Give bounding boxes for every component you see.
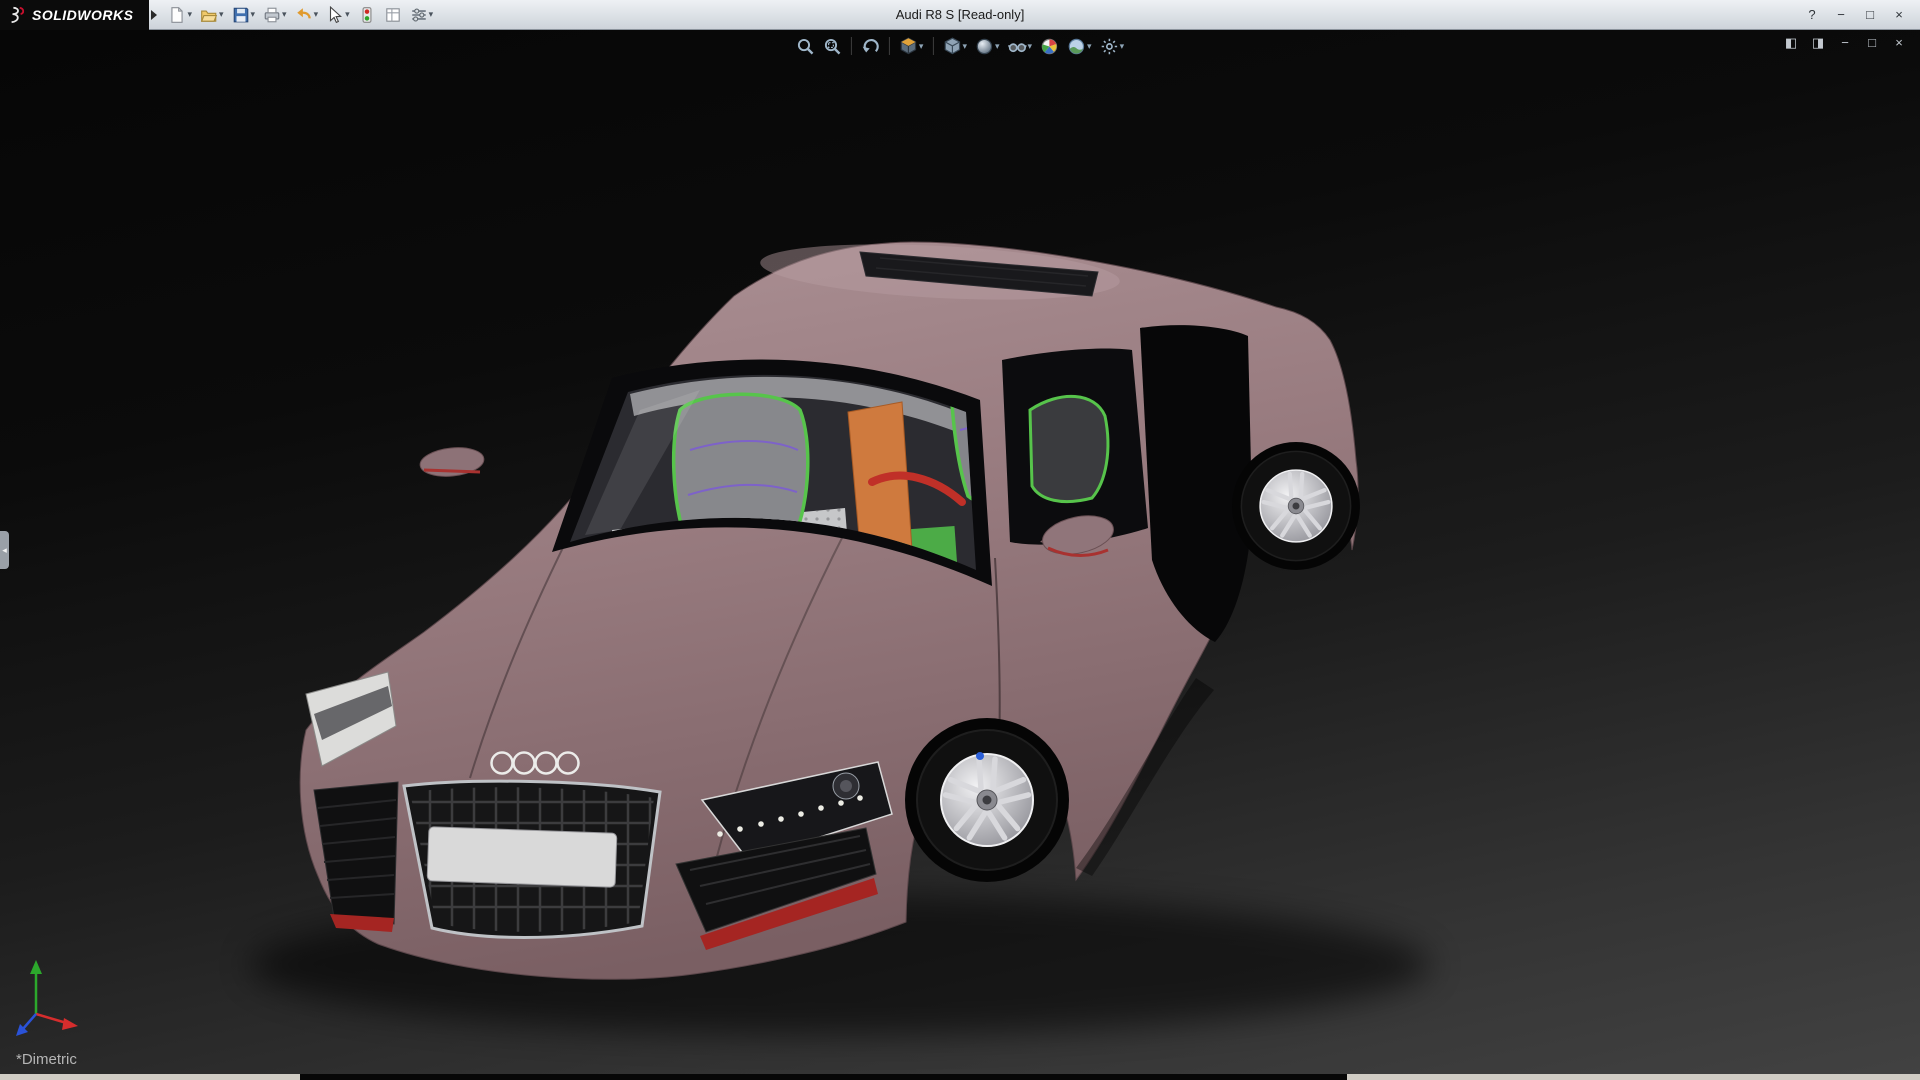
doc-pane-right-button[interactable]: ◨ bbox=[1807, 33, 1829, 53]
zoom-to-fit-button[interactable] bbox=[793, 34, 818, 58]
triad-y-axis bbox=[30, 960, 42, 1014]
dropdown-caret-icon[interactable]: ▾ bbox=[962, 41, 967, 52]
previous-view-button[interactable] bbox=[858, 34, 883, 58]
seat-through-window bbox=[1030, 396, 1108, 501]
window-controls: ?−□× bbox=[1799, 4, 1920, 26]
rear-wheel[interactable] bbox=[1232, 442, 1360, 570]
dropdown-caret-icon[interactable]: ▾ bbox=[1028, 41, 1033, 52]
close-button[interactable]: × bbox=[1886, 4, 1912, 26]
doc-close-button[interactable]: × bbox=[1888, 33, 1910, 53]
view-settings-icon bbox=[1100, 37, 1119, 56]
view-settings-button[interactable]: ▾ bbox=[1097, 34, 1128, 58]
maximize-button[interactable]: □ bbox=[1857, 4, 1883, 26]
hide-show-items-button[interactable]: ▾ bbox=[1005, 34, 1036, 58]
view-orientation-button[interactable]: ▾ bbox=[939, 34, 970, 58]
select-icon bbox=[326, 6, 344, 24]
front-wheel[interactable] bbox=[905, 718, 1069, 882]
solidworks-logo: SOLIDWORKS bbox=[0, 0, 149, 30]
rebuild-icon bbox=[358, 6, 376, 24]
titlebar-toolbar: ▾ ▾ ▾ ▾ ▾ ▾ ▾ bbox=[165, 3, 436, 27]
file-properties-icon bbox=[384, 6, 402, 24]
bottom-edge-strip-dark bbox=[300, 1074, 1347, 1080]
hide-show-items-icon bbox=[1008, 37, 1027, 56]
toolbar-separator bbox=[932, 37, 933, 55]
minimize-button[interactable]: − bbox=[1828, 4, 1854, 26]
previous-view-icon bbox=[861, 37, 880, 56]
print-icon bbox=[263, 6, 281, 24]
save-button[interactable]: ▾ bbox=[229, 3, 259, 27]
dropdown-caret-icon[interactable]: ▾ bbox=[314, 9, 319, 20]
front-grille[interactable] bbox=[404, 780, 664, 940]
heads-up-view-toolbar: ▾ ▾ ▾ ▾ ▾ ▾ bbox=[793, 34, 1127, 58]
select-button[interactable]: ▾ bbox=[323, 3, 353, 27]
section-view-button[interactable]: ▾ bbox=[896, 34, 927, 58]
open-button[interactable]: ▾ bbox=[197, 3, 227, 27]
zoom-to-area-button[interactable] bbox=[820, 34, 845, 58]
toolbar-separator bbox=[889, 37, 890, 55]
dropdown-caret-icon[interactable]: ▾ bbox=[219, 9, 224, 20]
triad-z-axis bbox=[16, 1014, 36, 1036]
brand-text: SOLIDWORKS bbox=[32, 7, 133, 23]
dropdown-caret-icon[interactable]: ▾ bbox=[187, 9, 192, 20]
dropdown-caret-icon[interactable]: ▾ bbox=[995, 41, 1000, 52]
save-icon bbox=[232, 6, 250, 24]
dropdown-caret-icon[interactable]: ▾ bbox=[919, 41, 924, 52]
display-style-icon bbox=[975, 37, 994, 56]
dropdown-caret-icon[interactable]: ▾ bbox=[251, 9, 256, 20]
wheel-highlight bbox=[976, 752, 984, 760]
bottom-edge-strip bbox=[0, 1074, 1920, 1080]
air-intake-left[interactable] bbox=[314, 782, 398, 932]
apply-scene-button[interactable]: ▾ bbox=[1064, 34, 1095, 58]
options-icon bbox=[410, 6, 428, 24]
triad-x-axis bbox=[36, 1014, 78, 1030]
zoom-to-fit-icon bbox=[796, 37, 815, 56]
open-icon bbox=[200, 6, 218, 24]
new-document-icon bbox=[168, 6, 186, 24]
section-view-icon bbox=[899, 37, 918, 56]
side-mirror-left[interactable] bbox=[419, 445, 486, 480]
new-document-button[interactable]: ▾ bbox=[165, 3, 195, 27]
apply-scene-icon bbox=[1067, 37, 1086, 56]
menu-expand-arrow-icon[interactable] bbox=[151, 10, 157, 20]
dropdown-caret-icon[interactable]: ▾ bbox=[1087, 41, 1092, 52]
dropdown-caret-icon[interactable]: ▾ bbox=[429, 9, 434, 20]
dropdown-caret-icon[interactable]: ▾ bbox=[1120, 41, 1125, 52]
view-orientation-label: *Dimetric bbox=[16, 1051, 77, 1068]
graphics-viewport[interactable]: ▾ ▾ ▾ ▾ ▾ ▾ ◧◨−□× ◂ *Dimetric bbox=[0, 30, 1920, 1080]
options-button[interactable]: ▾ bbox=[407, 3, 437, 27]
edit-appearance-button[interactable] bbox=[1037, 34, 1062, 58]
solidworks-logo-icon bbox=[8, 6, 26, 24]
dropdown-caret-icon[interactable]: ▾ bbox=[282, 9, 287, 20]
zoom-to-area-icon bbox=[823, 37, 842, 56]
doc-pane-left-button[interactable]: ◧ bbox=[1780, 33, 1802, 53]
toolbar-separator bbox=[851, 37, 852, 55]
doc-restore-button[interactable]: □ bbox=[1861, 33, 1883, 53]
pane-collapse-icon: ◂ bbox=[2, 545, 7, 556]
help-button[interactable]: ? bbox=[1799, 4, 1825, 26]
license-plate bbox=[427, 827, 617, 888]
titlebar: SOLIDWORKS ▾▾▾▾▾▾▾ Audi R8 S [Read-only]… bbox=[0, 0, 1920, 30]
file-properties-button[interactable] bbox=[381, 3, 405, 27]
rebuild-button[interactable] bbox=[355, 3, 379, 27]
reference-triad bbox=[14, 952, 94, 1044]
undo-button[interactable]: ▾ bbox=[292, 3, 322, 27]
document-window-controls: ◧◨−□× bbox=[1780, 33, 1910, 53]
task-pane-toggle[interactable]: ◂ bbox=[0, 531, 9, 569]
door-glass[interactable] bbox=[1002, 348, 1148, 544]
dropdown-caret-icon[interactable]: ▾ bbox=[345, 9, 350, 20]
display-style-button[interactable]: ▾ bbox=[972, 34, 1003, 58]
view-orientation-icon bbox=[942, 37, 961, 56]
edit-appearance-icon bbox=[1040, 37, 1059, 56]
print-button[interactable]: ▾ bbox=[260, 3, 290, 27]
doc-minimize-button[interactable]: − bbox=[1834, 33, 1856, 53]
undo-icon bbox=[295, 6, 313, 24]
car-model[interactable] bbox=[0, 30, 1920, 1080]
